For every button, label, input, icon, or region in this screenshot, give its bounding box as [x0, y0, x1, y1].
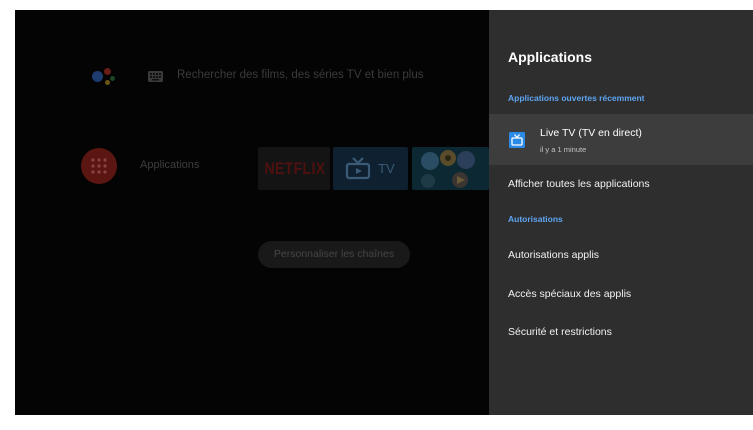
recent-app-label: Live TV (TV en direct)	[540, 127, 642, 139]
section-header-recent-apps: Applications ouvertes récemment	[508, 93, 645, 103]
keyboard-icon[interactable]	[148, 71, 163, 82]
assistant-blue-dot	[92, 71, 103, 82]
tv-icon	[509, 132, 525, 148]
tv-app-label: TV	[378, 161, 395, 176]
show-all-apps-item[interactable]: Afficher toutes les applications	[489, 167, 753, 203]
security-restrictions-item[interactable]: Sécurité et restrictions	[489, 315, 753, 351]
kids-app-tile[interactable]	[412, 147, 489, 190]
section-header-permissions: Autorisations	[508, 214, 563, 224]
assistant-yellow-dot	[105, 80, 110, 85]
panel-title: Applications	[508, 49, 593, 65]
apps-button[interactable]: Applications	[81, 147, 241, 185]
applications-panel: Applications Applications ouvertes récem…	[489, 10, 753, 415]
app-permissions-label: Autorisations applis	[508, 249, 600, 261]
special-app-access-item[interactable]: Accès spéciaux des applis	[489, 277, 753, 313]
netflix-tile[interactable]: NETFLIX	[258, 147, 330, 190]
tv-app-tile[interactable]: TV	[333, 147, 408, 190]
apps-grid-icon	[81, 148, 117, 184]
security-restrictions-label: Sécurité et restrictions	[508, 326, 612, 338]
search-bar[interactable]: Rechercher des films, des séries TV et b…	[143, 63, 473, 89]
google-assistant-icon[interactable]	[92, 67, 116, 89]
assistant-red-dot	[104, 68, 111, 75]
apps-label: Applications	[140, 159, 200, 171]
assistant-green-dot	[110, 76, 115, 81]
netflix-logo-text: NETFLIX	[264, 159, 326, 178]
tv-icon	[345, 157, 371, 180]
search-placeholder: Rechercher des films, des séries TV et b…	[177, 69, 424, 81]
customize-channels-button[interactable]: Personnaliser les chaînes	[258, 241, 410, 268]
recent-app-time: il y a 1 minute	[540, 145, 587, 154]
app-permissions-item[interactable]: Autorisations applis	[489, 238, 753, 274]
tv-screen: Rechercher des films, des séries TV et b…	[15, 10, 753, 415]
recent-app-live-tv[interactable]: Live TV (TV en direct) il y a 1 minute	[489, 114, 753, 165]
kids-app-icon	[421, 150, 475, 188]
show-all-apps-label: Afficher toutes les applications	[508, 178, 650, 190]
special-app-access-label: Accès spéciaux des applis	[508, 288, 632, 300]
